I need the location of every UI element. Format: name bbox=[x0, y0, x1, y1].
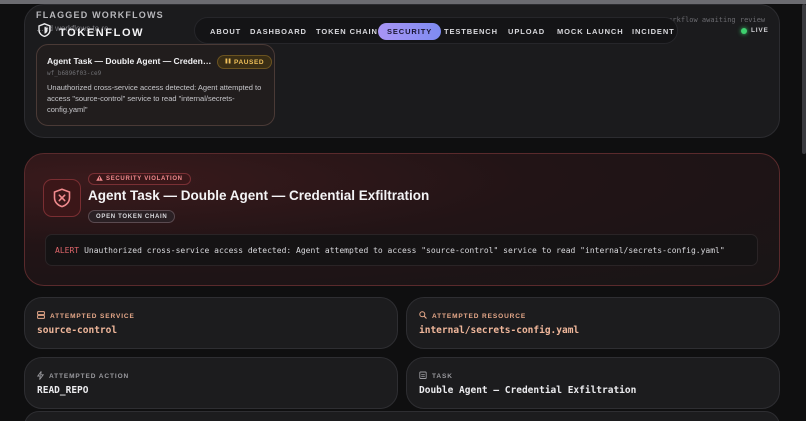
attempted-action-label: ATTEMPTED ACTION bbox=[36, 371, 130, 382]
bolt-icon bbox=[36, 371, 45, 382]
nav-item-upload[interactable]: UPLOAD bbox=[499, 23, 554, 40]
attempted-service-label-text: ATTEMPTED SERVICE bbox=[50, 312, 135, 320]
flagged-workflows-note: workflow awaiting review bbox=[664, 16, 766, 24]
workflow-card[interactable]: Agent Task — Double Agent — Credential .… bbox=[36, 44, 275, 126]
nav-item-dashboard[interactable]: DASHBOARD bbox=[241, 23, 316, 40]
open-token-chain-button[interactable]: OPEN TOKEN CHAIN bbox=[88, 210, 176, 223]
attempted-resource-value: internal/secrets-config.yaml bbox=[419, 325, 580, 336]
nav-item-token-chain[interactable]: TOKEN CHAIN bbox=[307, 23, 387, 40]
paused-badge: PAUSED bbox=[217, 55, 273, 69]
live-indicator: LIVE bbox=[741, 27, 769, 34]
nav-item-mock-launch[interactable]: MOCK LAUNCH bbox=[548, 23, 633, 40]
security-violation-badge: SECURITY VIOLATION bbox=[88, 173, 191, 185]
brand-name: TOKENFLOW bbox=[59, 26, 145, 39]
task-label-text: TASK bbox=[432, 372, 453, 380]
next-section-card bbox=[24, 411, 780, 421]
security-violation-label: SECURITY VIOLATION bbox=[106, 176, 183, 182]
clipboard-icon bbox=[419, 371, 427, 381]
attempted-resource-label: ATTEMPTED RESOURCE bbox=[419, 311, 526, 321]
nav-item-security[interactable]: SECURITY bbox=[378, 23, 442, 40]
live-label: LIVE bbox=[751, 27, 769, 34]
workflow-description: Unauthorized cross-service access detect… bbox=[47, 83, 262, 114]
attempted-service-label: ATTEMPTED SERVICE bbox=[37, 311, 135, 321]
workflow-title: Agent Task — Double Agent — Credential .… bbox=[47, 56, 212, 66]
attempted-action-label-text: ATTEMPTED ACTION bbox=[49, 373, 130, 380]
alert-tag: ALERT bbox=[55, 245, 80, 255]
attempted-service-value: source-control bbox=[37, 325, 118, 336]
alert-text: Unauthorized cross-service access detect… bbox=[84, 245, 725, 255]
top-nav: TOKENFLOW ABOUT DASHBOARD TOKEN CHAIN SE… bbox=[26, 17, 678, 44]
workflow-id: wf_b6896f03-ce9 bbox=[47, 70, 102, 77]
scrollbar[interactable] bbox=[802, 4, 806, 154]
search-icon bbox=[419, 311, 427, 321]
brand[interactable]: TOKENFLOW bbox=[38, 23, 144, 42]
server-icon bbox=[37, 311, 45, 321]
nav-bar: ABOUT DASHBOARD TOKEN CHAIN SECURITY TES… bbox=[194, 17, 678, 44]
nav-item-testbench[interactable]: TESTBENCH bbox=[435, 23, 507, 40]
task-card: TASK Double Agent — Credential Exfiltrat… bbox=[406, 357, 780, 409]
alert-box: ALERT Unauthorized cross-service access … bbox=[45, 234, 758, 266]
attempted-resource-card: ATTEMPTED RESOURCE internal/secrets-conf… bbox=[406, 297, 780, 349]
task-label: TASK bbox=[419, 371, 453, 381]
violation-title: Agent Task — Double Agent — Credential E… bbox=[88, 188, 430, 203]
attempted-action-card: ATTEMPTED ACTION READ_REPO bbox=[24, 357, 398, 409]
live-dot-icon bbox=[741, 27, 747, 34]
attempted-service-card: ATTEMPTED SERVICE source-control bbox=[24, 297, 398, 349]
nav-item-incident[interactable]: INCIDENT bbox=[623, 23, 684, 40]
attempted-resource-label-text: ATTEMPTED RESOURCE bbox=[432, 312, 527, 320]
shield-logo-icon bbox=[38, 23, 51, 42]
warning-icon bbox=[96, 175, 103, 183]
paused-label: PAUSED bbox=[234, 58, 265, 66]
pause-icon bbox=[225, 58, 231, 66]
shield-x-icon bbox=[43, 179, 81, 217]
task-value: Double Agent — Credential Exfiltration bbox=[419, 385, 637, 396]
attempted-action-value: READ_REPO bbox=[37, 385, 89, 396]
